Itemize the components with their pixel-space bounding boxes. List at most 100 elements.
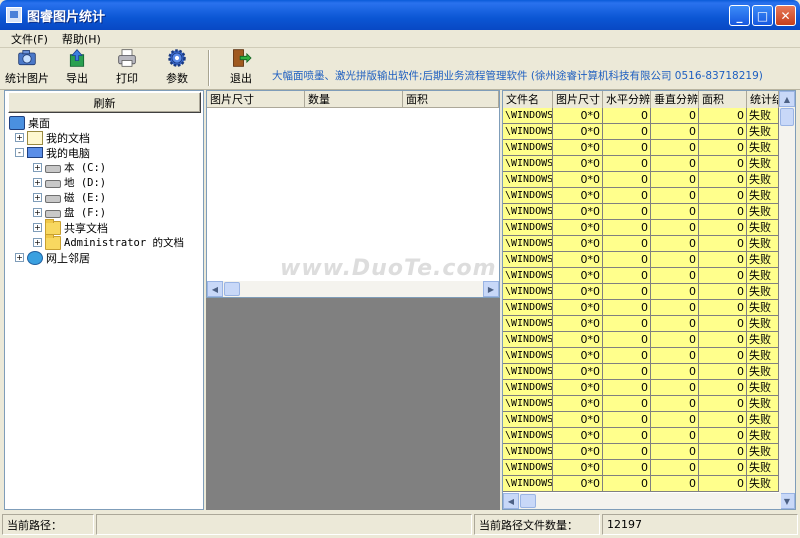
scroll-right-icon[interactable]: ▶ [483, 281, 499, 297]
print-button[interactable]: 打印 [102, 48, 152, 88]
table-row[interactable]: \WINDOWS 0*0 0 0 0 失败 [503, 348, 779, 364]
grid-cell-status[interactable]: 失败 [747, 268, 779, 284]
grid-cell-hres[interactable]: 0 [603, 460, 651, 476]
grid-cell-size[interactable]: 0*0 [553, 428, 603, 444]
grid-cell-status[interactable]: 失败 [747, 220, 779, 236]
grid-cell-status[interactable]: 失败 [747, 156, 779, 172]
grid-cell-name[interactable]: \WINDOWS [503, 412, 553, 428]
grid-cell-hres[interactable]: 0 [603, 412, 651, 428]
grid-cell-area[interactable]: 0 [699, 316, 747, 332]
grid-cell-area[interactable]: 0 [699, 204, 747, 220]
grid-cell-hres[interactable]: 0 [603, 220, 651, 236]
grid-cell-name[interactable]: \WINDOWS [503, 396, 553, 412]
table-row[interactable]: \WINDOWS 0*0 0 0 0 失败 [503, 332, 779, 348]
table-row[interactable]: \WINDOWS 0*0 0 0 0 失败 [503, 380, 779, 396]
grid-cell-vres[interactable]: 0 [651, 124, 699, 140]
grid-cell-vres[interactable]: 0 [651, 444, 699, 460]
grid-cell-hres[interactable]: 0 [603, 284, 651, 300]
table-row[interactable]: \WINDOWS 0*0 0 0 0 失败 [503, 156, 779, 172]
grid-cell-area[interactable]: 0 [699, 188, 747, 204]
table-row[interactable]: \WINDOWS 0*0 0 0 0 失败 [503, 476, 779, 492]
grid-cell-status[interactable]: 失败 [747, 236, 779, 252]
grid-cell-area[interactable]: 0 [699, 396, 747, 412]
grid-cell-hres[interactable]: 0 [603, 252, 651, 268]
grid-cell-name[interactable]: \WINDOWS [503, 316, 553, 332]
tree-node[interactable]: - 我的电脑 [15, 145, 90, 160]
table-row[interactable]: \WINDOWS 0*0 0 0 0 失败 [503, 300, 779, 316]
grid-cell-size[interactable]: 0*0 [553, 140, 603, 156]
grid-cell-status[interactable]: 失败 [747, 316, 779, 332]
grid-cell-area[interactable]: 0 [699, 220, 747, 236]
grid-cell-vres[interactable]: 0 [651, 188, 699, 204]
grid-cell-status[interactable]: 失败 [747, 300, 779, 316]
grid-cell-status[interactable]: 失败 [747, 124, 779, 140]
summary-hscrollbar[interactable]: ◀ ▶ [207, 281, 499, 297]
grid-column-header[interactable]: 面积 [699, 91, 747, 108]
grid-cell-status[interactable]: 失败 [747, 428, 779, 444]
expand-icon[interactable]: + [33, 163, 42, 172]
grid-cell-area[interactable]: 0 [699, 236, 747, 252]
scroll-down-icon[interactable]: ▼ [779, 493, 795, 509]
grid-column-header[interactable]: 垂直分辨 [651, 91, 699, 108]
grid-cell-status[interactable]: 失败 [747, 460, 779, 476]
grid-cell-vres[interactable]: 0 [651, 220, 699, 236]
grid-cell-size[interactable]: 0*0 [553, 460, 603, 476]
grid-cell-vres[interactable]: 0 [651, 140, 699, 156]
grid-cell-vres[interactable]: 0 [651, 284, 699, 300]
grid-cell-name[interactable]: \WINDOWS [503, 252, 553, 268]
grid-cell-area[interactable]: 0 [699, 348, 747, 364]
table-row[interactable]: \WINDOWS 0*0 0 0 0 失败 [503, 236, 779, 252]
grid-cell-name[interactable]: \WINDOWS [503, 460, 553, 476]
grid-cell-size[interactable]: 0*0 [553, 108, 603, 124]
grid-cell-size[interactable]: 0*0 [553, 236, 603, 252]
grid-cell-hres[interactable]: 0 [603, 204, 651, 220]
scroll-up-icon[interactable]: ▲ [779, 91, 795, 107]
tree-node[interactable]: + 本 (C:) [33, 160, 106, 175]
grid-cell-size[interactable]: 0*0 [553, 476, 603, 492]
grid-cell-name[interactable]: \WINDOWS [503, 300, 553, 316]
tree-node[interactable]: + 我的文档 [15, 130, 90, 145]
grid-cell-area[interactable]: 0 [699, 252, 747, 268]
grid-cell-hres[interactable]: 0 [603, 364, 651, 380]
grid-cell-name[interactable]: \WINDOWS [503, 124, 553, 140]
grid-hscrollbar[interactable]: ◀ [503, 493, 781, 509]
table-row[interactable]: \WINDOWS 0*0 0 0 0 失败 [503, 108, 779, 124]
table-row[interactable]: \WINDOWS 0*0 0 0 0 失败 [503, 444, 779, 460]
grid-cell-area[interactable]: 0 [699, 172, 747, 188]
grid-cell-vres[interactable]: 0 [651, 460, 699, 476]
grid-cell-name[interactable]: \WINDOWS [503, 380, 553, 396]
grid-cell-name[interactable]: \WINDOWS [503, 204, 553, 220]
grid-cell-hres[interactable]: 0 [603, 108, 651, 124]
grid-cell-hres[interactable]: 0 [603, 268, 651, 284]
grid-cell-hres[interactable]: 0 [603, 396, 651, 412]
grid-cell-size[interactable]: 0*0 [553, 172, 603, 188]
grid-cell-area[interactable]: 0 [699, 300, 747, 316]
tree-node[interactable]: + 磁 (E:) [33, 190, 106, 205]
scroll-left-icon[interactable]: ◀ [207, 281, 223, 297]
grid-cell-name[interactable]: \WINDOWS [503, 444, 553, 460]
grid-cell-size[interactable]: 0*0 [553, 220, 603, 236]
tree-node[interactable]: + 地 (D:) [33, 175, 106, 190]
menu-help[interactable]: 帮助(H) [55, 31, 108, 47]
grid-column-header[interactable]: 图片尺寸 [553, 91, 603, 108]
grid-cell-size[interactable]: 0*0 [553, 156, 603, 172]
grid-cell-status[interactable]: 失败 [747, 396, 779, 412]
table-row[interactable]: \WINDOWS 0*0 0 0 0 失败 [503, 396, 779, 412]
table-row[interactable]: \WINDOWS 0*0 0 0 0 失败 [503, 124, 779, 140]
grid-cell-hres[interactable]: 0 [603, 188, 651, 204]
grid-cell-hres[interactable]: 0 [603, 348, 651, 364]
file-grid[interactable]: 文件名图片尺寸水平分辨垂直分辨面积统计结 \WINDOWS0*0000失败\WI… [502, 90, 796, 510]
grid-cell-status[interactable]: 失败 [747, 284, 779, 300]
grid-cell-hres[interactable]: 0 [603, 332, 651, 348]
grid-cell-hres[interactable]: 0 [603, 380, 651, 396]
grid-cell-hres[interactable]: 0 [603, 300, 651, 316]
grid-cell-status[interactable]: 失败 [747, 348, 779, 364]
grid-cell-name[interactable]: \WINDOWS [503, 108, 553, 124]
grid-cell-hres[interactable]: 0 [603, 476, 651, 492]
grid-cell-vres[interactable]: 0 [651, 412, 699, 428]
grid-cell-name[interactable]: \WINDOWS [503, 284, 553, 300]
grid-cell-hres[interactable]: 0 [603, 140, 651, 156]
grid-cell-name[interactable]: \WINDOWS [503, 156, 553, 172]
grid-cell-status[interactable]: 失败 [747, 380, 779, 396]
grid-cell-name[interactable]: \WINDOWS [503, 348, 553, 364]
